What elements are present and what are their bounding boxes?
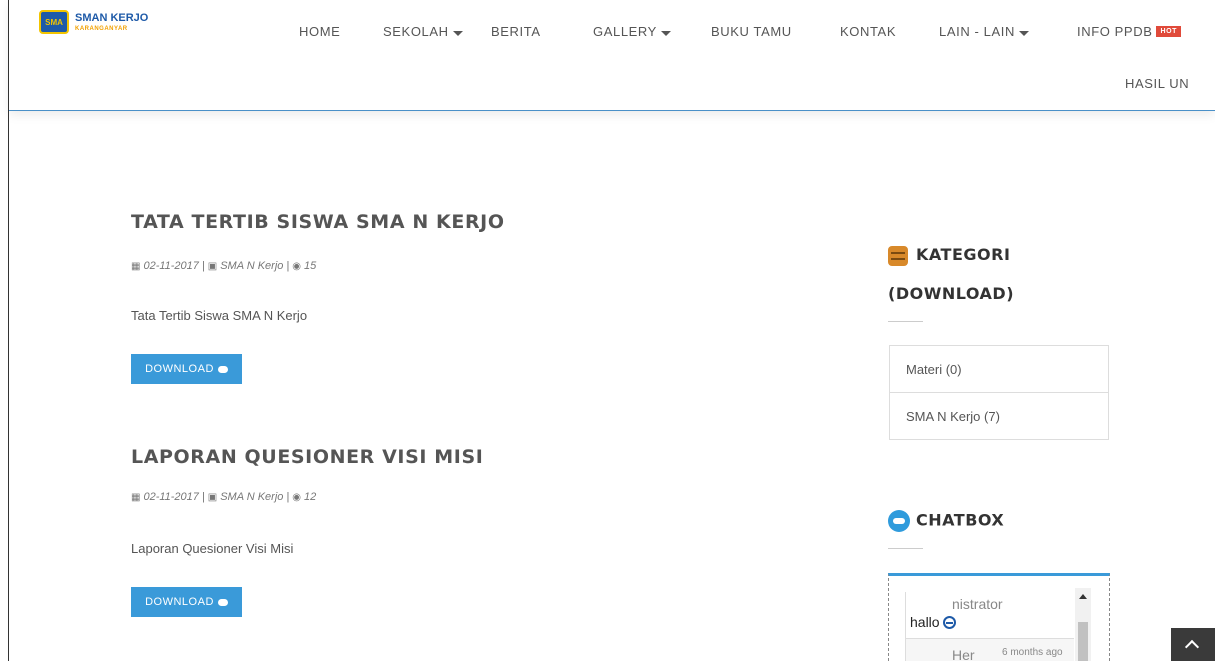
chatbox-title: CHATBOX: [916, 510, 1005, 530]
cloud-upload-icon: [217, 598, 228, 606]
post-description: Tata Tertib Siswa SMA N Kerjo: [131, 308, 308, 323]
nav-gallery[interactable]: GALLERY: [593, 24, 671, 39]
chat-message: nistrator hallo: [906, 592, 1074, 638]
nav-berita[interactable]: BERITA: [491, 24, 541, 39]
post-category[interactable]: SMA N Kerjo: [220, 491, 283, 503]
post-meta: ▦ 02-11-2017 | ▣ SMA N Kerjo | ◉ 12: [131, 491, 316, 503]
divider: [888, 321, 923, 322]
post-date: 02-11-2017: [143, 491, 199, 503]
post-meta: ▦ 02-11-2017 | ▣ SMA N Kerjo | ◉ 15: [131, 260, 316, 272]
kategori-heading: KATEGORI: [888, 245, 1010, 266]
chevron-down-icon: [660, 31, 671, 36]
post-category[interactable]: SMA N Kerjo: [220, 260, 283, 272]
calendar-icon: ▦: [131, 260, 141, 272]
site-logo[interactable]: SMA SMAN KERJO KARANGANYAR: [39, 10, 148, 34]
nav-home[interactable]: HOME: [299, 24, 340, 39]
meta-separator: |: [286, 260, 290, 272]
nav-lain-lain-label: LAIN - LAIN: [939, 24, 1015, 39]
chat-timestamp: 6 months ago: [1002, 647, 1063, 658]
post-description: Laporan Quesioner Visi Misi: [131, 541, 294, 556]
post-title[interactable]: TATA TERTIB SISWA SMA N KERJO: [131, 211, 505, 233]
chat-bubble-icon: [888, 510, 910, 532]
chat-sender: nistrator: [952, 596, 1003, 612]
logo-badge-icon: SMA: [39, 10, 69, 34]
kategori-item[interactable]: SMA N Kerjo (7): [890, 392, 1108, 439]
scroll-up-arrow-icon[interactable]: [1079, 594, 1087, 599]
chat-scrollbar[interactable]: [1075, 588, 1091, 661]
download-button[interactable]: DOWNLOAD: [131, 587, 242, 617]
nav-info-ppdb-label: INFO PPDB: [1077, 24, 1153, 39]
chat-text: hallo: [910, 614, 956, 630]
meta-separator: |: [201, 260, 205, 272]
nav-sekolah-label: SEKOLAH: [383, 24, 449, 39]
chevron-down-icon: [452, 31, 463, 36]
calendar-icon: ▦: [131, 491, 141, 503]
meta-separator: |: [286, 491, 290, 503]
nav-buku-tamu-label: BUKU TAMU: [711, 24, 792, 39]
archive-icon: ▣: [207, 260, 218, 272]
nav-info-ppdb[interactable]: INFO PPDB HOT: [1077, 24, 1182, 39]
logo-title: SMAN KERJO: [75, 11, 149, 24]
scroll-thumb[interactable]: [1078, 622, 1088, 661]
hot-badge: HOT: [1156, 26, 1182, 37]
chatbox-panel: nistrator hallo Her 6 months ago: [888, 573, 1110, 661]
logo-subtitle: KARANGANYAR: [75, 25, 128, 32]
download-button[interactable]: DOWNLOAD: [131, 354, 242, 384]
nav-buku-tamu[interactable]: BUKU TAMU: [711, 24, 792, 39]
nav-lain-lain[interactable]: LAIN - LAIN: [939, 24, 1029, 39]
chat-message-text: hallo: [910, 614, 940, 630]
archive-box-icon: [888, 245, 908, 266]
chatbox-heading: CHATBOX: [888, 510, 1004, 532]
post-title[interactable]: LAPORAN QUESIONER VISI MISI: [131, 446, 483, 468]
eye-icon: ◉: [292, 260, 301, 272]
kategori-list: Materi (0) SMA N Kerjo (7): [889, 345, 1109, 440]
nav-kontak[interactable]: KONTAK: [840, 24, 896, 39]
nav-home-label: HOME: [299, 24, 341, 39]
chat-messages: nistrator hallo Her 6 months ago: [905, 592, 1074, 661]
nav-berita-label: BERITA: [491, 24, 541, 39]
nav-gallery-label: GALLERY: [593, 24, 657, 39]
nav-hasil-un[interactable]: HASIL UN: [1125, 76, 1189, 91]
nav-sekolah[interactable]: SEKOLAH: [383, 24, 463, 39]
logo-text: SMAN KERJO KARANGANYAR: [75, 11, 149, 32]
chevron-down-icon: [1018, 31, 1029, 36]
nav-kontak-label: KONTAK: [840, 24, 897, 39]
divider: [888, 548, 923, 549]
post-views: 15: [303, 260, 317, 272]
chat-message: Her 6 months ago: [906, 638, 1074, 661]
nav-hasil-un-label: HASIL UN: [1125, 76, 1190, 91]
back-to-top-button[interactable]: [1171, 628, 1215, 661]
cloud-upload-icon: [217, 365, 228, 373]
kategori-heading-line2: (DOWNLOAD): [888, 284, 1015, 303]
chat-sender: Her: [952, 647, 975, 661]
smiley-icon: [942, 615, 956, 629]
site-header: SMA SMAN KERJO KARANGANYAR HOME SEKOLAH …: [9, 0, 1215, 111]
post-views: 12: [303, 491, 317, 503]
eye-icon: ◉: [292, 491, 301, 503]
meta-separator: |: [201, 491, 205, 503]
download-button-label: DOWNLOAD: [145, 596, 214, 608]
post-date: 02-11-2017: [143, 260, 199, 272]
kategori-title-line1: KATEGORI: [916, 245, 1011, 264]
archive-icon: ▣: [207, 491, 218, 503]
kategori-item[interactable]: Materi (0): [890, 346, 1108, 392]
download-button-label: DOWNLOAD: [145, 363, 214, 375]
